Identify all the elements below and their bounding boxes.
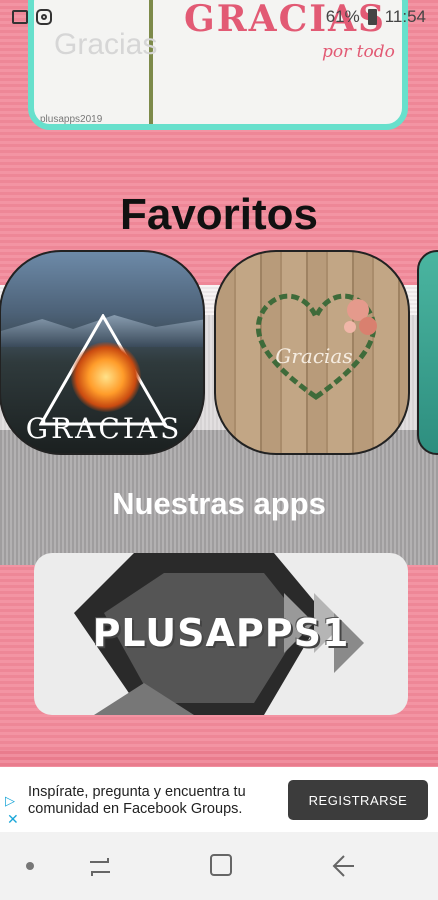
close-ad-icon[interactable]: ✕ <box>7 811 19 828</box>
system-nav-bar <box>0 832 438 900</box>
battery-icon <box>367 9 377 25</box>
ad-text: Inspírate, pregunta y encuentra tu comun… <box>28 784 246 817</box>
register-button[interactable]: REGISTRARSE <box>288 780 428 820</box>
favorite-label: GRACIAS <box>25 412 183 445</box>
status-left-icons <box>12 9 52 25</box>
favorite-label: Gracias <box>275 344 353 368</box>
back-icon[interactable] <box>330 854 356 878</box>
banner-subtitle: por todo <box>322 42 395 62</box>
banner-watermark: plusapps2019 <box>40 114 103 125</box>
instagram-icon <box>36 9 52 25</box>
apps-title: Nuestras apps <box>112 486 326 521</box>
favorite-card-gracias-fire[interactable]: GRACIAS <box>0 250 205 455</box>
status-right: 61% 11:54 <box>326 7 426 27</box>
battery-percent: 61% <box>325 7 360 26</box>
home-icon[interactable] <box>210 854 232 876</box>
ad-banner[interactable]: ▷ ✕ Inspírate, pregunta y encuentra tu c… <box>0 767 438 832</box>
adchoices-icon[interactable]: ▷ <box>5 793 15 809</box>
recent-apps-icon[interactable] <box>88 856 112 878</box>
clock: 11:54 <box>384 7 426 26</box>
app-card-plusapps1[interactable]: PLUSAPPS1 <box>34 553 408 715</box>
campfire-image <box>71 342 141 412</box>
app-label: PLUSAPPS1 <box>92 611 350 655</box>
status-bar: 61% 11:54 <box>0 0 438 34</box>
favorites-title: Favoritos <box>119 190 319 239</box>
gallery-icon <box>12 10 28 24</box>
favorite-card-partial[interactable] <box>417 250 438 455</box>
favorite-card-gracias-wreath[interactable]: Gracias <box>214 250 410 455</box>
nav-dot-icon[interactable] <box>26 862 34 870</box>
